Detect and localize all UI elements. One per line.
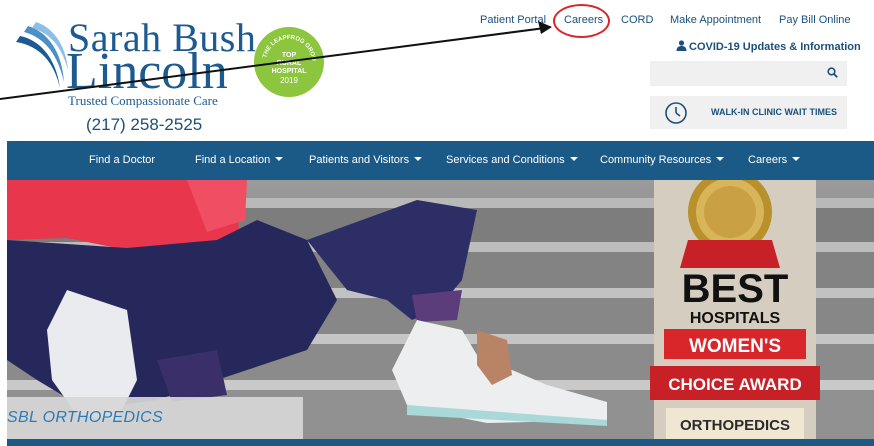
badge-year: 2019: [280, 75, 298, 85]
patient-portal-link[interactable]: Patient Portal: [480, 14, 546, 26]
badge-line2: RURAL: [276, 59, 302, 67]
user-icon: [676, 40, 687, 51]
phone-number[interactable]: (217) 258-2525: [86, 115, 202, 135]
pay-bill-link[interactable]: Pay Bill Online: [779, 14, 851, 26]
covid-updates-link[interactable]: COVID-19 Updates & Information: [676, 40, 861, 53]
nav-item-label: Community Resources: [600, 154, 712, 166]
logo-tagline: Trusted Compassionate Care: [68, 93, 218, 108]
nav-item-label: Careers: [748, 154, 788, 166]
leapfrog-award-badge[interactable]: THE LEAPFROG GROUP TOP RURAL HOSPITAL 20…: [254, 27, 324, 97]
nav-item-label: Find a Location: [195, 154, 271, 166]
nav-item-label: Patients and Visitors: [309, 154, 410, 166]
award-choice: CHOICE AWARD: [668, 375, 802, 394]
award-womens: WOMEN'S: [689, 336, 781, 357]
chevron-down-icon: [275, 157, 284, 161]
hero-carousel[interactable]: BEST HOSPITALS WOMEN'S CHOICE AWARD ORTH…: [7, 180, 874, 439]
hero-bottom-bar: [7, 439, 874, 446]
hero-caption-text: SBL ORTHOPEDICS: [7, 409, 163, 426]
careers-highlight-circle: [553, 4, 610, 38]
search-icon[interactable]: [827, 67, 838, 78]
walkin-wait-times-button[interactable]: WALK-IN CLINIC WAIT TIMES: [650, 96, 847, 129]
nav-item-careers[interactable]: Careers: [748, 154, 801, 166]
award-orthopedics: ORTHOPEDICS: [680, 417, 790, 434]
chevron-down-icon: [716, 157, 725, 161]
badge-line3: HOSPITAL: [271, 67, 307, 75]
search-box: [650, 61, 847, 86]
walkin-wait-times-label: WALK-IN CLINIC WAIT TIMES: [711, 107, 837, 117]
womens-choice-award-badge: BEST HOSPITALS WOMEN'S CHOICE AWARD ORTH…: [648, 180, 822, 439]
nav-item-patients-and-visitors[interactable]: Patients and Visitors: [309, 154, 423, 166]
utility-nav: Patient Portal Careers CORD Make Appoint…: [0, 14, 874, 30]
chevron-down-icon: [414, 157, 423, 161]
hero-caption-banner[interactable]: SBL ORTHOPEDICS: [7, 397, 303, 439]
nav-item-find-a-doctor[interactable]: Find a Doctor: [89, 154, 155, 166]
chevron-down-icon: [569, 157, 578, 161]
nav-item-label: Find a Doctor: [89, 154, 156, 166]
clock-icon: [665, 102, 687, 124]
main-nav: Find a Doctor Find a Location Patients a…: [7, 141, 874, 180]
cord-link[interactable]: CORD: [621, 14, 653, 26]
search-input[interactable]: [650, 61, 820, 86]
chevron-down-icon: [792, 157, 801, 161]
badge-line1: TOP: [281, 51, 297, 59]
logo-swoosh-icon: [16, 22, 68, 88]
nav-item-community-resources[interactable]: Community Resources: [600, 154, 725, 166]
site-header: Sarah Bush Lincoln Trusted Compassionate…: [0, 0, 874, 141]
covid-updates-label: COVID-19 Updates & Information: [689, 41, 861, 53]
nav-item-services-and-conditions[interactable]: Services and Conditions: [446, 154, 578, 166]
make-appointment-link[interactable]: Make Appointment: [670, 14, 761, 26]
award-hospitals: HOSPITALS: [690, 310, 781, 327]
award-graphic: BEST HOSPITALS WOMEN'S CHOICE AWARD ORTH…: [650, 180, 820, 439]
award-best: BEST: [682, 267, 789, 311]
nav-item-label: Services and Conditions: [446, 154, 565, 166]
logo-name-line2[interactable]: Lincoln: [66, 46, 228, 98]
nav-item-find-a-location[interactable]: Find a Location: [195, 154, 284, 166]
